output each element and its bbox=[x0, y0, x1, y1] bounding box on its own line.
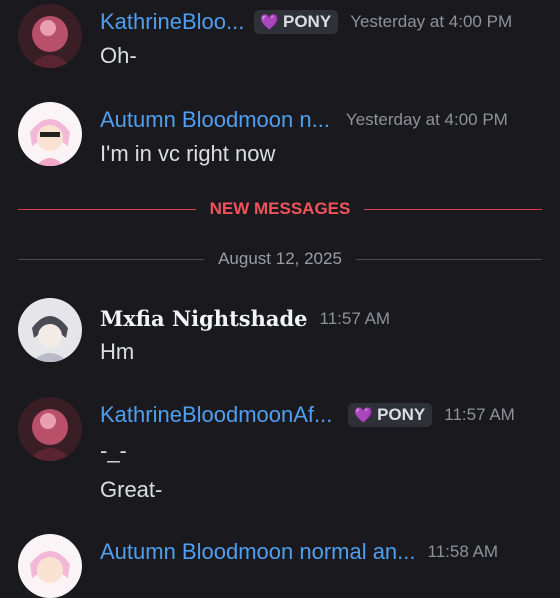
server-tag[interactable]: 💜 PONY bbox=[254, 10, 339, 34]
avatar[interactable] bbox=[18, 4, 82, 68]
avatar[interactable] bbox=[18, 298, 82, 362]
timestamp[interactable]: 11:57 AM bbox=[320, 309, 391, 329]
purple-heart-icon: 💜 bbox=[354, 407, 374, 424]
server-tag[interactable]: 💜 PONY bbox=[348, 403, 433, 427]
avatar[interactable] bbox=[18, 397, 82, 461]
server-tag-label: PONY bbox=[377, 405, 426, 424]
username[interactable]: Autumn Bloodmoon n... bbox=[100, 107, 330, 133]
message-text: -_- bbox=[100, 438, 127, 463]
divider-line bbox=[18, 208, 196, 210]
timestamp[interactable]: Yesterday at 4:00 PM bbox=[346, 110, 508, 130]
avatar[interactable] bbox=[18, 102, 82, 166]
divider-line bbox=[364, 208, 542, 210]
message-text: Hm bbox=[100, 339, 135, 364]
username[interactable]: KathrineBloodmoonAf... bbox=[100, 402, 332, 428]
timestamp[interactable]: 11:57 AM bbox=[444, 405, 515, 425]
new-messages-divider: NEW MESSAGES bbox=[18, 199, 542, 219]
divider-line bbox=[355, 258, 543, 260]
date-divider: August 12, 2025 bbox=[18, 249, 543, 269]
message-text: Oh- bbox=[100, 43, 137, 68]
username[interactable]: KathrineBloo... bbox=[100, 9, 244, 35]
server-tag-label: PONY bbox=[283, 12, 332, 31]
timestamp[interactable]: 11:58 AM bbox=[428, 542, 499, 562]
message-text: I'm in vc right now bbox=[100, 141, 276, 166]
new-messages-label: NEW MESSAGES bbox=[209, 199, 351, 218]
timestamp[interactable]: Yesterday at 4:00 PM bbox=[350, 12, 512, 32]
date-label: August 12, 2025 bbox=[218, 249, 342, 268]
purple-heart-icon: 💜 bbox=[260, 14, 279, 31]
message-text: Great- bbox=[100, 477, 163, 502]
username[interactable]: Mxfia Nightshade bbox=[100, 306, 308, 331]
username[interactable]: Autumn Bloodmoon normal an... bbox=[100, 539, 416, 565]
divider-line bbox=[18, 258, 205, 260]
avatar[interactable] bbox=[18, 534, 82, 598]
